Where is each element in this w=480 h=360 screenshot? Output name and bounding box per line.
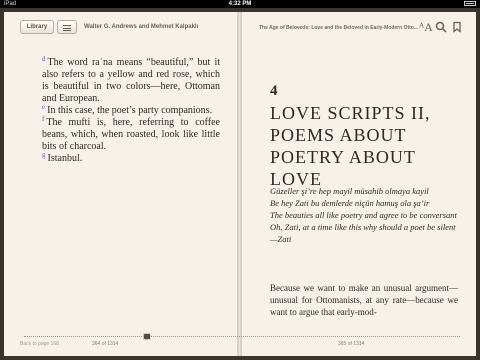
epigraph-poem: Güzeller şi’re hep mayil müsahib olmaya … — [270, 185, 458, 245]
chapter-title: LOVE SCRIPTS II, POEMS ABOUT POETRY ABOU… — [270, 103, 431, 189]
battery-icon — [462, 0, 476, 8]
status-bar: iPad 4:32 PM — [0, 0, 480, 8]
right-page: The Age of Beloveds: Love and the Belove… — [241, 12, 476, 356]
scrubber-thumb[interactable] — [142, 333, 151, 340]
chapter-number: 4 — [270, 83, 278, 99]
book-title: The Age of Beloveds: Love and the Belove… — [259, 25, 419, 31]
search-icon[interactable] — [435, 21, 447, 33]
table-of-contents-button[interactable] — [57, 20, 77, 34]
poem-attribution: —Zati — [270, 234, 292, 244]
book-author: Walter G. Andrews and Mehmet Kalpaklı — [84, 24, 199, 30]
reader-tools: ᴬA — [419, 21, 463, 33]
scrubber-track — [24, 336, 460, 337]
footnote-text: In this case, the poet’s party companion… — [47, 105, 213, 116]
list-icon — [63, 25, 71, 31]
library-button[interactable]: Library — [20, 20, 54, 34]
footnote-g: g Istanbul. — [42, 151, 220, 165]
footnotes: d The word raʿna means “beautiful,” but i… — [42, 55, 220, 165]
clock: 4:32 PM — [228, 1, 252, 7]
poem-line: Oh, Zati, at a time like this why should… — [270, 222, 456, 232]
right-toolbar: The Age of Beloveds: Love and the Belove… — [242, 12, 476, 36]
left-page: Library Walter G. Andrews and Mehmet Kal… — [4, 12, 238, 356]
footnote-d: d The word raʿna means “beautiful,” but i… — [42, 55, 220, 105]
poem-line: The beauties all like poetry and agree t… — [270, 210, 457, 220]
footnote-marker[interactable]: d — [42, 55, 46, 63]
footnote-marker[interactable]: f — [42, 115, 44, 123]
page-scrubber[interactable] — [24, 333, 460, 341]
chapter-text: Because we want to make an unusual argum… — [270, 283, 458, 317]
footnote-text: The word raʿna means “beautiful,” but it… — [42, 57, 220, 104]
book-viewer: Library Walter G. Andrews and Mehmet Kal… — [0, 8, 480, 360]
text-size-icon[interactable]: ᴬA — [419, 21, 433, 33]
footnote-text: Istanbul. — [47, 153, 83, 164]
left-page-number: 364 of 1314 — [92, 341, 119, 347]
bookmark-icon[interactable] — [451, 21, 463, 33]
right-page-number: 365 of 1314 — [338, 341, 365, 347]
footnote-f: f The mufti is, here, referring to coffee… — [42, 115, 220, 153]
footnote-marker[interactable]: e — [42, 103, 45, 111]
back-to-page-link[interactable]: Back to page 168 — [20, 341, 59, 347]
left-toolbar: Library Walter G. Andrews and Mehmet Kal… — [4, 12, 237, 36]
poem-line: Be hey Zati bu demlerde niçün hamuş ola … — [270, 198, 430, 208]
footnote-text: The mufti is, here, referring to coffee … — [42, 117, 220, 152]
poem-line: Güzeller şi’re hep mayil müsahib olmaya … — [270, 186, 429, 196]
footnote-e: e In this case, the poet’s party companio… — [42, 103, 220, 117]
footnote-marker[interactable]: g — [42, 151, 46, 159]
